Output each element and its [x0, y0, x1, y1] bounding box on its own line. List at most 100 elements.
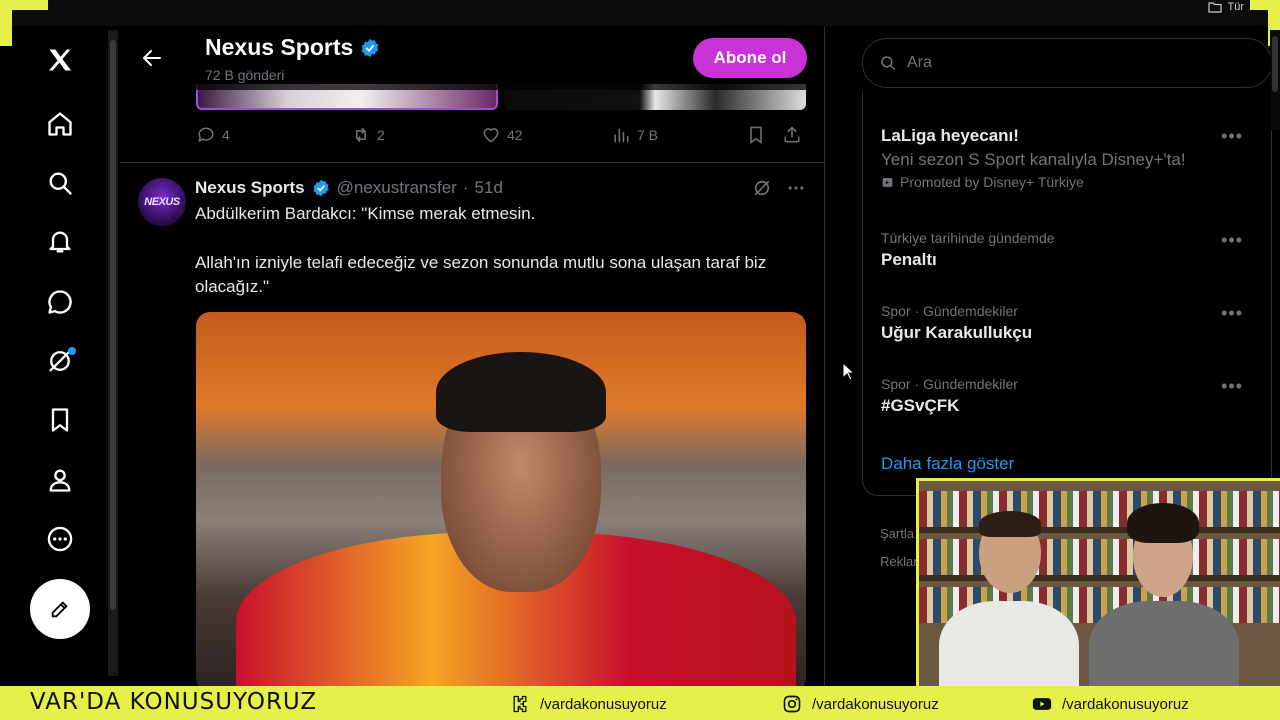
trend-promo: Promoted by Disney+ Türkiye [881, 174, 1261, 190]
trend-item[interactable]: Spor · Gündemdekiler Uğur Karakullukçu •… [881, 303, 1261, 343]
views-chart-icon [614, 128, 629, 143]
left-scrollbar-thumb[interactable] [110, 40, 116, 610]
trend-title: LaLiga heyecanı! [881, 126, 1019, 145]
reply-count: 4 [222, 127, 230, 143]
notifications-bell-icon[interactable] [42, 224, 78, 260]
trend-context: Spor · Gündemdekiler [881, 303, 1018, 319]
frame-corner-left-top [0, 0, 48, 10]
trend-item-promoted[interactable]: LaLiga heyecanı! Yeni sezon S Sport kana… [881, 126, 1261, 190]
trend-description: Yeni sezon S Sport kanalıyla Disney+'ta! [881, 150, 1186, 169]
banner-brand: VAR'DA KONUSUYORUZ [30, 689, 318, 715]
trends-panel: LaLiga heyecanı! Yeni sezon S Sport kana… [862, 92, 1272, 496]
reply-icon [198, 127, 214, 143]
trend-more-icon[interactable]: ••• [1221, 303, 1243, 324]
x-logo-icon[interactable] [42, 42, 78, 78]
trend-more-icon[interactable]: ••• [1221, 230, 1243, 251]
page-title: Nexus Sports [205, 34, 381, 61]
youtube-handle: /vardakonusuyoruz [1062, 695, 1189, 713]
trend-more-icon[interactable]: ••• [1221, 376, 1243, 397]
trend-item[interactable]: Türkiye tarihinde gündemde Penaltı ••• [881, 230, 1261, 270]
tweet-text-line2: Allah'ın izniyle telafi edeceğiz ve sezo… [195, 253, 767, 296]
tweet-text-line1: Abdülkerim Bardakcı: "Kimse merak etmesi… [195, 204, 536, 223]
reply-action[interactable]: 4 [196, 125, 351, 145]
messages-icon[interactable] [42, 284, 78, 320]
footer-ads-link[interactable]: Reklar [880, 548, 918, 576]
share-action[interactable] [782, 125, 808, 145]
kick-social: /vardakonusuyoruz [510, 694, 667, 714]
heart-icon [483, 128, 499, 143]
like-action[interactable]: 42 [481, 125, 611, 145]
person-hair [979, 511, 1041, 537]
side-navigation [12, 26, 106, 686]
retweet-count: 2 [377, 127, 385, 143]
trend-more-icon[interactable]: ••• [1221, 126, 1243, 147]
tweet-handle[interactable]: @nexustransfer [337, 178, 457, 198]
tweet-divider [120, 162, 824, 163]
retweet-action[interactable]: 2 [351, 125, 481, 145]
tweet-separator: · [462, 178, 469, 197]
folder-icon [1207, 2, 1222, 13]
grok-icon[interactable] [752, 178, 772, 198]
photo-hair [436, 352, 606, 432]
main-timeline: Nexus Sports 72 B gönderi Abone ol 4 2 4… [120, 26, 825, 686]
instagram-icon [783, 695, 801, 713]
instagram-handle: /vardakonusuyoruz [812, 695, 939, 713]
grok-unread-dot [68, 347, 76, 355]
page-title-text: Nexus Sports [205, 34, 354, 60]
share-icon [784, 126, 800, 143]
folder-bookmark[interactable]: Tür [1207, 1, 1245, 13]
person-hair [1127, 503, 1199, 543]
bookmark-icon [750, 126, 762, 144]
verified-badge-icon [313, 179, 329, 197]
left-scrollbar[interactable] [108, 30, 118, 676]
tweet-author-name[interactable]: Nexus Sports [195, 178, 305, 198]
verified-badge-icon [361, 38, 379, 57]
search-bar[interactable] [862, 38, 1272, 88]
home-icon[interactable] [42, 106, 78, 142]
trend-item[interactable]: Spor · Gündemdekiler #GSvÇFK ••• [881, 376, 1261, 416]
tweet-header: Nexus Sports @nexustransfer · 51d [195, 178, 503, 198]
tweet-photo[interactable] [196, 312, 806, 686]
previous-tweet-actions: 4 2 42 7 B [196, 122, 808, 148]
right-scrollbar-thumb[interactable] [1272, 36, 1278, 92]
more-dots-icon[interactable] [786, 178, 806, 198]
search-icon [881, 56, 896, 71]
kick-icon [513, 695, 527, 713]
explore-search-icon[interactable] [42, 165, 78, 201]
trend-context: Spor · Gündemdekiler [881, 376, 1018, 392]
avatar[interactable]: NEXUS [138, 178, 186, 226]
back-arrow-icon[interactable] [140, 46, 164, 70]
show-more-link[interactable]: Daha fazla göster [881, 454, 1014, 474]
webcam-person-left [939, 511, 1079, 686]
trend-title: Penaltı [881, 250, 937, 269]
footer-terms-link[interactable]: Şartla [880, 520, 918, 548]
promoted-icon [882, 177, 893, 187]
footer-links: Şartla Reklar [880, 520, 918, 576]
tweet-top-actions [752, 178, 806, 198]
grok-icon[interactable] [42, 343, 78, 379]
like-count: 42 [507, 127, 523, 143]
tweet-time[interactable]: 51d [475, 178, 503, 198]
search-input[interactable] [907, 54, 1247, 72]
folder-label: Tür [1227, 1, 1245, 13]
views-action[interactable]: 7 B [611, 125, 746, 145]
bookmarks-icon[interactable] [42, 402, 78, 438]
avatar-text: NEXUS [144, 196, 180, 208]
more-options-icon[interactable] [42, 521, 78, 557]
instagram-social: /vardakonusuyoruz [782, 694, 939, 714]
webcam-person-right [1089, 503, 1239, 686]
bookmark-action[interactable] [746, 125, 782, 145]
subscribe-button[interactable]: Abone ol [693, 38, 807, 78]
profile-icon[interactable] [42, 462, 78, 498]
mouse-cursor-icon [842, 362, 856, 381]
retweet-icon [356, 127, 366, 143]
post-count: 72 B gönderi [205, 67, 285, 83]
profile-header: Nexus Sports 72 B gönderi Abone ol [120, 26, 824, 90]
youtube-icon [1032, 698, 1052, 710]
person-shirt [1089, 601, 1239, 686]
webcam-overlay [916, 478, 1280, 686]
compose-post-button[interactable] [30, 579, 90, 639]
trend-title: #GSvÇFK [881, 396, 960, 415]
right-scrollbar[interactable] [1270, 30, 1280, 130]
youtube-social: /vardakonusuyoruz [1032, 694, 1189, 714]
